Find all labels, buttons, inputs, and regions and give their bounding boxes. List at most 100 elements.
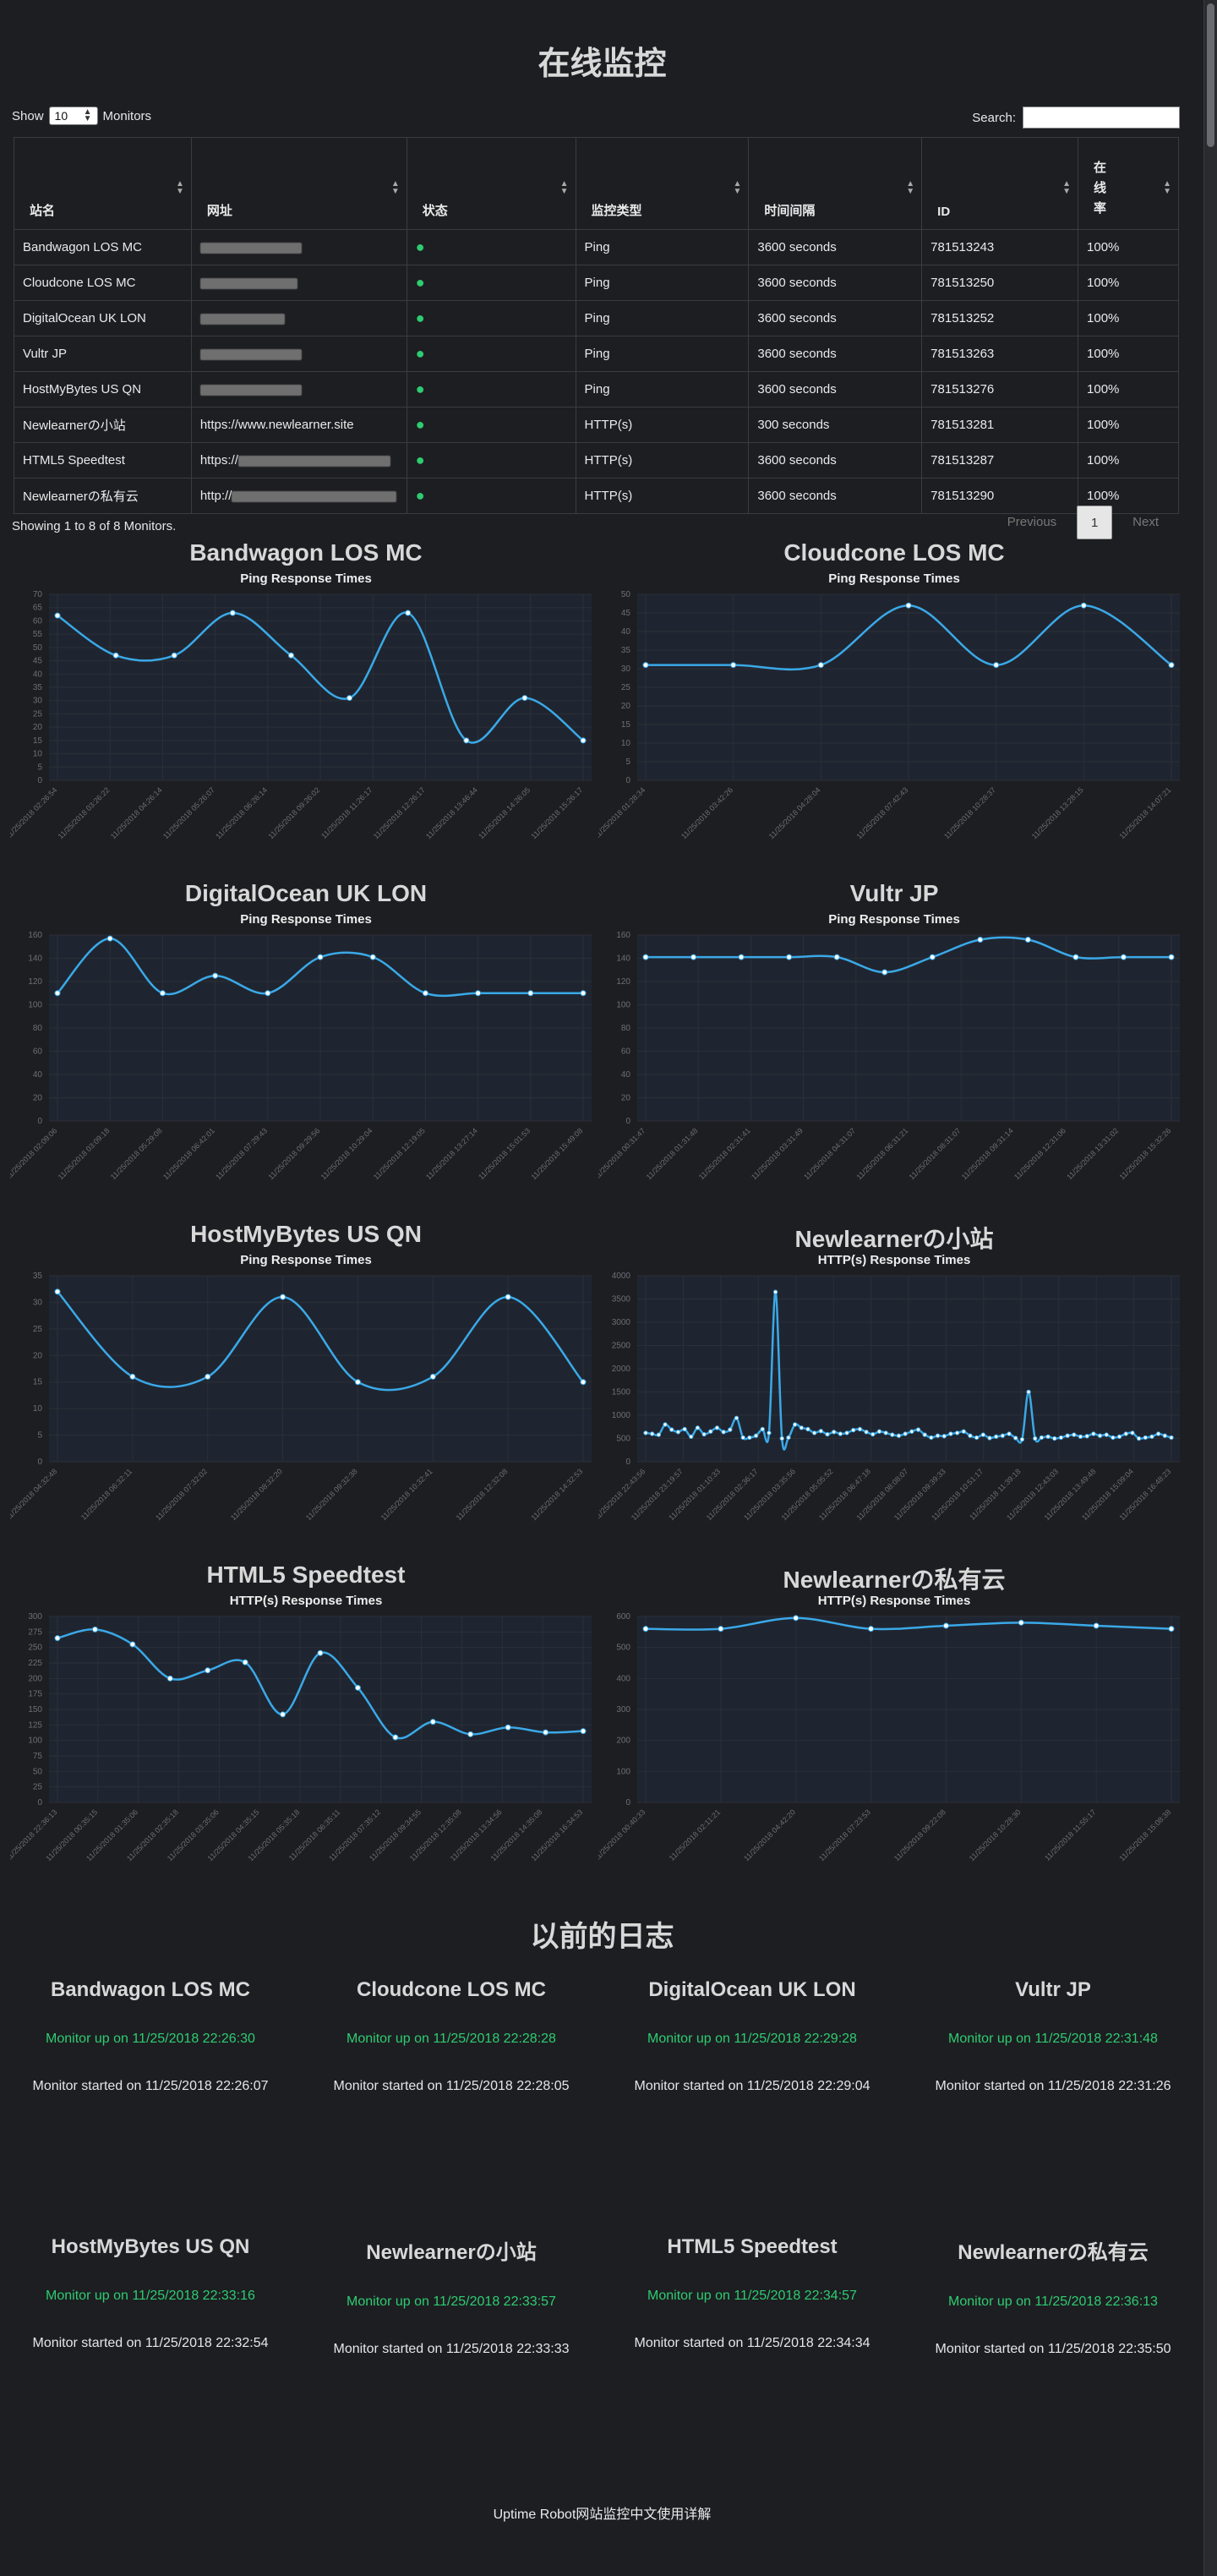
cell-url[interactable]: http:// (190, 478, 407, 514)
y-tick-label: 75 (33, 1752, 43, 1761)
y-tick-label: 45 (621, 609, 631, 618)
y-tick-label: 0 (37, 1458, 42, 1467)
data-point (475, 990, 482, 997)
y-tick-label: 125 (28, 1720, 42, 1730)
data-point (961, 1429, 966, 1434)
data-point (1097, 1433, 1103, 1438)
data-point (929, 954, 936, 960)
previous-button[interactable]: Previous (994, 506, 1070, 539)
x-tick-label: 11/25/2018 06:31:21 (854, 1126, 909, 1181)
column-header-url[interactable]: 网址 ▲ ▼ (190, 137, 407, 230)
y-tick-label: 35 (33, 683, 43, 692)
data-point (747, 1435, 752, 1441)
x-tick-label: 11/25/2018 03:09:18 (57, 1126, 112, 1181)
column-header-name[interactable]: 站名 ▲ ▼ (14, 137, 192, 230)
column-header-type[interactable]: 监控类型 ▲ ▼ (575, 137, 750, 230)
x-tick-label: 11/25/2018 15:26:17 (529, 785, 584, 840)
data-point (467, 1731, 474, 1737)
data-point (317, 1649, 324, 1656)
y-tick-label: 15 (33, 736, 43, 746)
cell-interval: 300 seconds (748, 407, 923, 443)
data-point (1045, 1434, 1051, 1440)
data-point (205, 1667, 211, 1674)
log-start-event: Monitor started on 11/25/2018 22:33:33 (333, 2342, 570, 2356)
x-tick-label: 11/25/2018 03:31:49 (750, 1126, 805, 1181)
table-row: Cloudcone LOS MC ● Ping 3600 seconds 7815132… (14, 265, 1179, 301)
cell-id: 781513250 (921, 265, 1079, 301)
x-tick-label: 11/25/2018 13:27:14 (424, 1126, 479, 1181)
log-card: Vultr JP Monitor up on 11/25/2018 22:31:… (903, 1978, 1203, 2094)
redacted-url (199, 242, 302, 254)
page-title: 在线监控 (538, 46, 667, 82)
x-tick-label: 11/25/2018 13:46:44 (424, 785, 479, 840)
column-header-interval[interactable]: 时间间隔 ▲ ▼ (748, 137, 923, 230)
next-button[interactable]: Next (1119, 506, 1172, 539)
y-tick-label: 25 (33, 1325, 43, 1334)
cell-url (190, 265, 407, 301)
log-card: HTML5 Speedtest Monitor up on 11/25/2018… (602, 2235, 903, 2351)
column-header-uptime[interactable]: 在线率 ▲ ▼ (1078, 137, 1179, 230)
cell-id: 781513287 (921, 442, 1079, 479)
x-tick-label: 11/25/2018 06:26:14 (214, 785, 269, 840)
data-point (883, 1430, 888, 1436)
data-point (580, 990, 587, 997)
data-point (1123, 1431, 1128, 1436)
data-point (171, 652, 177, 659)
page-length-select[interactable]: 10 ▲ ▼ (48, 107, 98, 125)
page-button-current[interactable]: 1 (1077, 506, 1113, 539)
cell-uptime: 100% (1078, 407, 1179, 443)
data-point (1149, 1434, 1154, 1440)
log-up-event: Monitor up on 11/25/2018 22:34:57 (647, 2289, 857, 2303)
data-point (738, 954, 745, 960)
y-tick-label: 30 (33, 697, 43, 706)
data-point (728, 1427, 733, 1432)
data-point (793, 1615, 800, 1622)
y-tick-label: 30 (33, 1298, 43, 1307)
data-point (682, 1426, 687, 1432)
sort-icon: ▲ ▼ (906, 179, 915, 196)
cell-url (190, 229, 407, 265)
data-point (740, 1435, 745, 1441)
data-point (708, 1429, 713, 1434)
page-scrollbar[interactable] (1203, 0, 1217, 2576)
scrollbar-thumb[interactable] (1207, 3, 1214, 147)
data-point (1168, 1626, 1175, 1633)
y-tick-label: 140 (616, 954, 630, 964)
data-point (876, 1429, 882, 1434)
status-dot-icon: ● (415, 309, 425, 326)
search-input[interactable] (1023, 107, 1180, 129)
x-tick-label: 11/25/2018 09:32:38 (304, 1467, 359, 1522)
cell-interval: 3600 seconds (748, 442, 923, 479)
log-monitor-name: HTML5 Speedtest (667, 2235, 838, 2258)
data-point (642, 1626, 649, 1633)
cell-url (190, 371, 407, 407)
y-tick-label: 250 (28, 1643, 42, 1653)
cell-url[interactable]: https:// (190, 442, 407, 479)
data-point (317, 954, 324, 960)
cell-name: DigitalOcean UK LON (14, 300, 192, 336)
x-tick-label: 11/25/2018 00:40:33 (598, 1808, 647, 1862)
x-tick-label: 11/25/2018 10:28:37 (942, 785, 997, 840)
cell-url[interactable]: https://www.newlearner.site (190, 407, 407, 443)
data-point (543, 1729, 549, 1736)
log-start-event: Monitor started on 11/25/2018 22:35:50 (935, 2342, 1171, 2356)
cell-id: 781513276 (921, 371, 1079, 407)
log-start-event: Monitor started on 11/25/2018 22:32:54 (32, 2336, 269, 2350)
data-point (896, 1433, 902, 1438)
column-header-status[interactable]: 状态 ▲ ▼ (406, 137, 576, 230)
data-point (1136, 1436, 1142, 1441)
data-point (941, 1434, 947, 1439)
data-point (159, 990, 166, 997)
redacted-url (199, 313, 285, 325)
cell-status: ● (406, 300, 576, 336)
footer-link[interactable]: Uptime Robot网站监控中文使用详解 (0, 2502, 1204, 2523)
cell-type: Ping (575, 229, 750, 265)
x-tick-label: 11/25/2018 09:22:08 (892, 1808, 947, 1862)
data-point (753, 1433, 759, 1438)
cell-name: Cloudcone LOS MC (14, 265, 192, 301)
x-tick-label: 11/25/2018 02:09:06 (10, 1126, 58, 1181)
x-tick-label: 11/25/2018 02:31:41 (697, 1126, 752, 1181)
y-tick-label: 15 (621, 720, 631, 730)
column-header-id[interactable]: ID ▲ ▼ (921, 137, 1079, 230)
data-point (1018, 1619, 1024, 1626)
